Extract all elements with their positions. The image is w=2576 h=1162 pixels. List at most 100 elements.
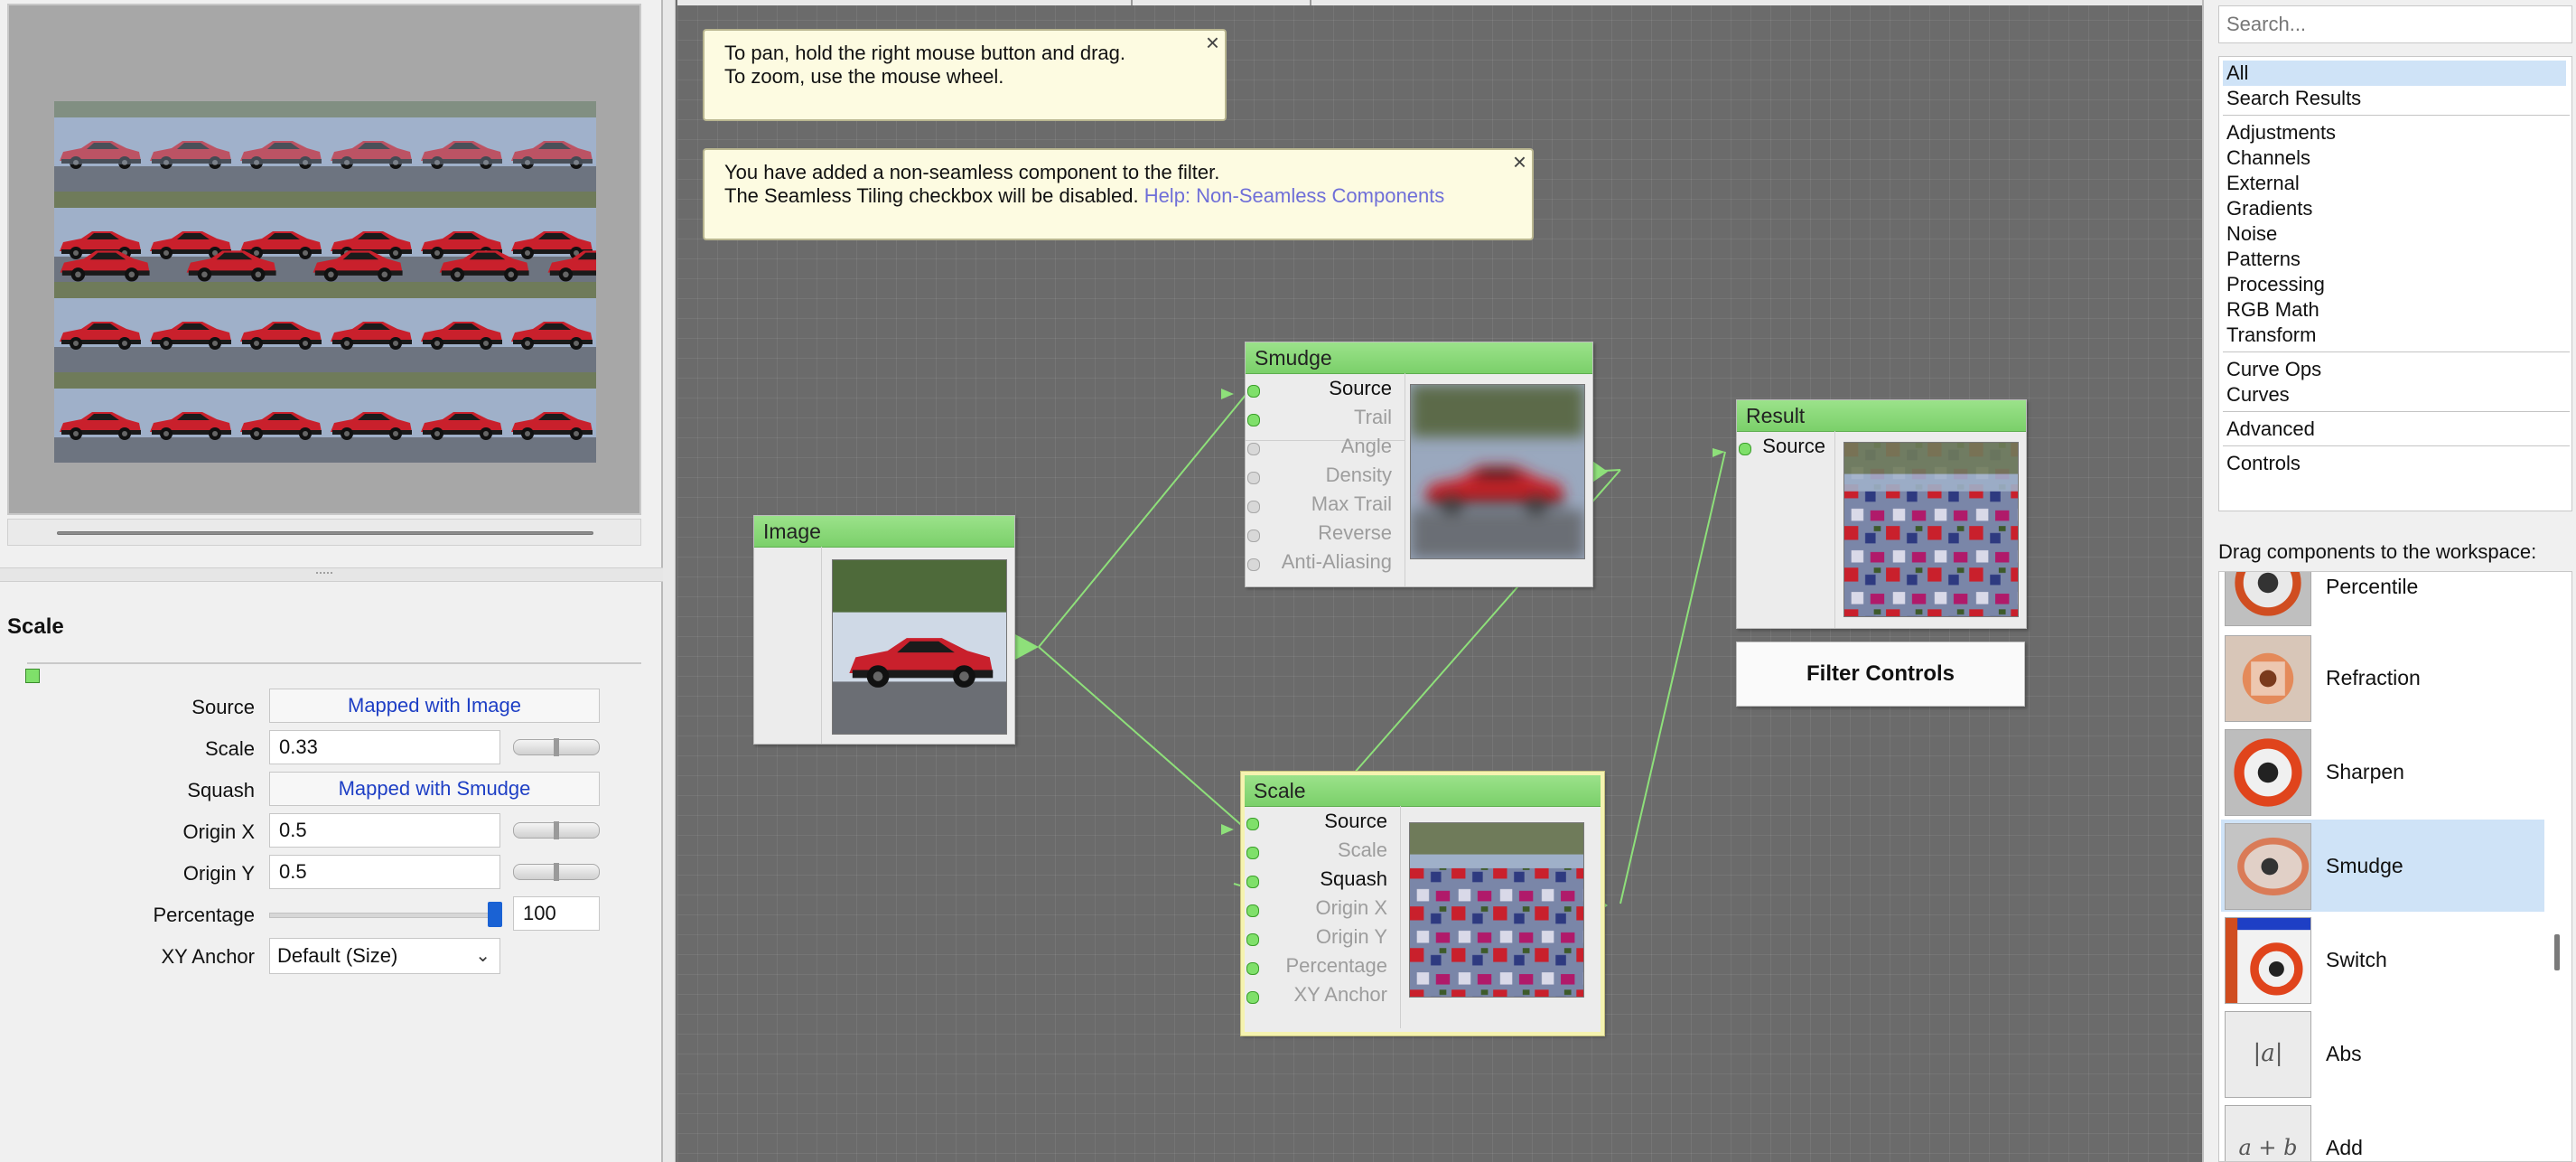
category-item-adjustments[interactable]: Adjustments (2223, 120, 2566, 145)
scale-port-origin-x[interactable]: Origin X (1246, 894, 1387, 923)
abs-icon: |a| (2225, 1011, 2311, 1098)
wire-image-to-scale-source (1038, 646, 1247, 830)
category-item-gradients[interactable]: Gradients (2223, 196, 2566, 221)
properties-title: Scale (7, 614, 64, 639)
xy-anchor-select[interactable]: Default (Size) ⌄ (269, 938, 500, 974)
smudge-port-source[interactable]: Source (1247, 374, 1392, 403)
origin-y-knob[interactable] (513, 863, 600, 881)
category-item-all[interactable]: All (2223, 61, 2566, 86)
chevron-down-icon: ⌄ (475, 946, 490, 966)
category-item-curves[interactable]: Curves (2223, 382, 2566, 408)
component-item-switch[interactable]: Switch (2221, 914, 2544, 1006)
scale-port-squash[interactable]: Squash (1246, 865, 1387, 894)
origin-x-input[interactable]: 0.5 (269, 813, 500, 848)
category-item-advanced[interactable]: Advanced (2223, 417, 2566, 442)
preview-area (7, 4, 641, 515)
seamless-warning-tip: You have added a non-seamless component … (703, 148, 1534, 240)
squash-mapped-button[interactable]: Mapped with Smudge (269, 772, 600, 806)
panel-splitter[interactable] (663, 0, 676, 1162)
result-node[interactable]: Result Source (1736, 399, 2027, 629)
refraction-icon (2225, 635, 2311, 722)
component-list-scrollbar[interactable] (2554, 934, 2560, 970)
zoom-tip-line2: To zoom, use the mouse wheel. (724, 65, 1004, 88)
percentage-slider-thumb[interactable] (488, 902, 502, 927)
component-item-sharpen[interactable]: Sharpen (2221, 726, 2544, 818)
smudge-node-thumbnail (1410, 384, 1585, 559)
percentage-input[interactable]: 100 (513, 896, 600, 931)
category-item-search-results[interactable]: Search Results (2223, 86, 2566, 111)
scale-input[interactable]: 0.33 (269, 730, 500, 764)
pan-tip-line1: To pan, hold the right mouse button and … (724, 42, 1125, 64)
horizontal-splitter[interactable] (0, 567, 663, 582)
add-icon: a + b (2225, 1105, 2311, 1161)
component-name: Refraction (2326, 666, 2421, 689)
origin-x-label: Origin X (182, 820, 255, 843)
component-item-refraction[interactable]: Refraction (2221, 632, 2544, 724)
result-node-title: Result (1737, 400, 2026, 432)
percentage-slider[interactable] (269, 913, 500, 918)
scale-port-source[interactable]: Source (1246, 807, 1387, 836)
category-item-transform[interactable]: Transform (2223, 323, 2566, 348)
smudge-port-angle[interactable]: Angle (1247, 432, 1392, 461)
close-icon[interactable]: × (1513, 150, 1526, 173)
smudge-icon (2225, 823, 2311, 910)
component-name: Switch (2326, 948, 2387, 971)
scale-label: Scale (204, 737, 255, 760)
category-item-rgb-math[interactable]: RGB Math (2223, 297, 2566, 323)
wire-image-to-smudge (1038, 393, 1247, 648)
percentage-label: Percentage (153, 904, 255, 926)
smudge-node[interactable]: Smudge Source Trail Angle Density Max Tr… (1245, 342, 1593, 587)
scale-knob[interactable] (513, 738, 600, 756)
category-item-external[interactable]: External (2223, 171, 2566, 196)
image-node-title: Image (754, 516, 1014, 548)
component-item-add[interactable]: a + b Add (2221, 1101, 2544, 1161)
category-item-channels[interactable]: Channels (2223, 145, 2566, 171)
component-item-percentile[interactable]: Percentile (2221, 572, 2544, 628)
category-item-patterns[interactable]: Patterns (2223, 247, 2566, 272)
category-item-curve-ops[interactable]: Curve Ops (2223, 357, 2566, 382)
category-list[interactable]: All Search Results Adjustments Channels … (2218, 56, 2572, 511)
preview-scroll-thumb[interactable] (57, 531, 593, 535)
pan-zoom-tip: To pan, hold the right mouse button and … (703, 29, 1227, 121)
image-node-thumbnail (832, 559, 1007, 735)
category-item-controls[interactable]: Controls (2223, 451, 2566, 476)
close-icon[interactable]: × (1206, 31, 1219, 54)
squash-label: Squash (187, 779, 255, 801)
properties-divider (27, 662, 641, 664)
component-color-icon (25, 669, 40, 683)
smudge-port-anti-aliasing[interactable]: Anti-Aliasing (1247, 548, 1392, 576)
smudge-port-trail[interactable]: Trail (1247, 403, 1392, 432)
origin-y-label: Origin Y (182, 862, 255, 885)
scale-node[interactable]: Scale Source Scale Squash Origin X Origi… (1241, 772, 1604, 1035)
component-name: Sharpen (2326, 760, 2404, 783)
preview-scrollbar[interactable] (7, 519, 641, 546)
component-name: Smudge (2326, 854, 2403, 877)
scale-port-origin-y[interactable]: Origin Y (1246, 923, 1387, 951)
result-node-thumbnail (1843, 442, 2019, 617)
grip-icon (316, 572, 332, 577)
scale-port-percentage[interactable]: Percentage (1246, 951, 1387, 980)
origin-x-knob[interactable] (513, 821, 600, 839)
smudge-node-title: Smudge (1246, 342, 1592, 374)
source-label: Source (191, 696, 255, 718)
category-item-processing[interactable]: Processing (2223, 272, 2566, 297)
help-non-seamless-link[interactable]: Help: Non-Seamless Components (1144, 184, 1445, 207)
scale-port-scale[interactable]: Scale (1246, 836, 1387, 865)
smudge-port-max-trail[interactable]: Max Trail (1247, 490, 1392, 519)
component-item-abs[interactable]: |a| Abs (2221, 1007, 2544, 1100)
result-port-source[interactable]: Source (1739, 432, 1825, 461)
component-item-smudge[interactable]: Smudge (2221, 820, 2544, 912)
smudge-port-density[interactable]: Density (1247, 461, 1392, 490)
origin-y-input[interactable]: 0.5 (269, 855, 500, 889)
category-item-noise[interactable]: Noise (2223, 221, 2566, 247)
scale-port-xy-anchor[interactable]: XY Anchor (1246, 980, 1387, 1009)
image-node[interactable]: Image (753, 515, 1015, 745)
sharpen-icon (2225, 729, 2311, 816)
search-input[interactable]: Search... (2218, 5, 2572, 43)
component-name: Percentile (2326, 575, 2419, 598)
component-list[interactable]: Percentile Refraction Sharpen Smudge Swi… (2218, 571, 2572, 1162)
source-mapped-button[interactable]: Mapped with Image (269, 689, 600, 723)
filter-controls-button[interactable]: Filter Controls (1736, 642, 2025, 707)
xy-anchor-value: Default (Size) (277, 944, 398, 967)
smudge-port-reverse[interactable]: Reverse (1247, 519, 1392, 548)
